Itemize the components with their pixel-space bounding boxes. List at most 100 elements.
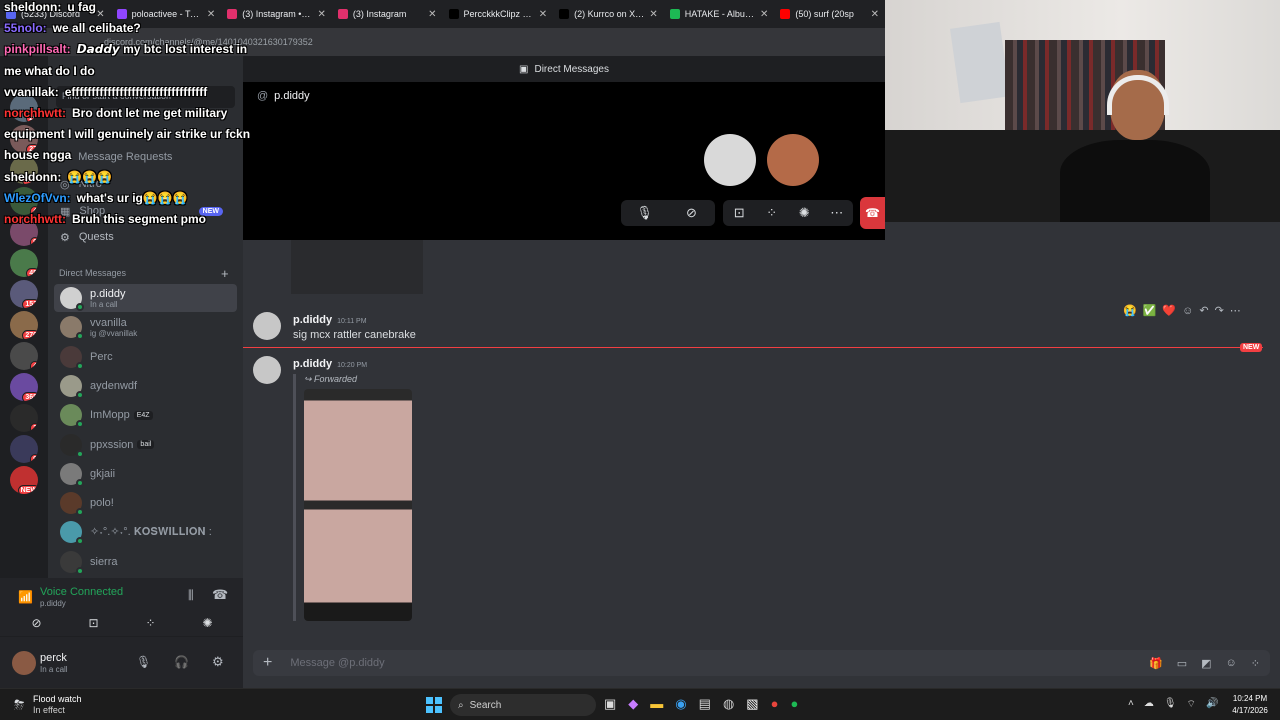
dm-item[interactable]: vvanilla ig @vvanillak <box>54 313 237 341</box>
browser-tab[interactable]: (3) Instagram ✕ <box>332 0 443 28</box>
apps-icon[interactable]: ⁘ <box>1251 657 1260 670</box>
close-icon[interactable]: ✕ <box>760 9 768 20</box>
call-participant-avatar[interactable] <box>704 134 756 186</box>
dm-item[interactable]: gkjaii <box>54 460 237 488</box>
voice-status[interactable]: Voice Connected <box>40 586 123 598</box>
browser-tab[interactable]: HATAKE - Album b ✕ <box>664 0 775 28</box>
screen-share-icon[interactable]: ⊡ <box>726 201 752 225</box>
activities-icon[interactable]: ⁘ <box>759 201 785 225</box>
server-icon[interactable]: 153 <box>10 280 38 308</box>
avatar <box>60 374 84 399</box>
server-icon[interactable]: 45 <box>10 249 38 277</box>
server-icon[interactable]: 270 <box>10 311 38 339</box>
avatar[interactable] <box>253 356 281 384</box>
more-icon[interactable]: ⋯ <box>824 201 850 225</box>
microphone-icon[interactable]: 🎙 <box>632 201 658 225</box>
dm-item[interactable]: p.diddy In a call <box>54 284 237 312</box>
close-icon[interactable]: ✕ <box>539 9 547 20</box>
close-icon[interactable]: ✕ <box>871 9 879 20</box>
message-author[interactable]: p.diddy <box>293 314 332 326</box>
close-icon[interactable]: ✕ <box>428 9 436 20</box>
add-reaction-icon[interactable]: ☺ <box>1182 305 1193 317</box>
avatar[interactable] <box>253 312 281 340</box>
noise-suppression-icon[interactable]: ⫼ <box>188 588 194 603</box>
dm-item[interactable]: sierra <box>54 548 237 576</box>
weather-title[interactable]: Flood watch <box>33 694 82 704</box>
camera-off-icon[interactable]: ⊘ <box>679 201 705 225</box>
microphone-icon[interactable]: 🎙 <box>1164 698 1177 711</box>
avatar[interactable] <box>12 651 36 675</box>
chrome-icon[interactable]: ● <box>771 696 779 712</box>
headphones-icon[interactable]: 🎧 <box>174 655 189 669</box>
gift-icon[interactable]: 🎁 <box>1149 657 1163 670</box>
stream-chat-user: norchhwtt: <box>4 212 66 226</box>
activities-icon[interactable]: ⁘ <box>145 616 155 630</box>
forward-icon[interactable]: ↷ <box>1215 304 1224 317</box>
server-icon[interactable]: 4 <box>10 342 38 370</box>
edge-icon[interactable]: ◉ <box>675 696 686 712</box>
capcut-icon[interactable]: ▧ <box>746 696 758 712</box>
close-icon[interactable]: ✕ <box>317 9 325 20</box>
stream-chat-text: we all celibate? <box>52 21 141 36</box>
forwarded-image[interactable] <box>304 389 412 621</box>
message-author[interactable]: p.diddy <box>293 358 332 370</box>
server-icon[interactable]: NEW <box>10 466 38 494</box>
dm-item[interactable]: ✧˖°.✧˖°. 𝐊𝐎𝐒𝐖𝐈𝐋𝐋𝐈𝐎𝐍 : <box>54 518 237 546</box>
onedrive-icon[interactable]: ☁ <box>1144 698 1154 711</box>
dm-item[interactable]: Perc <box>54 343 237 371</box>
browser-tab[interactable]: (50) surf (20sp ✕ <box>774 0 885 28</box>
spotify-icon[interactable]: ● <box>790 696 798 712</box>
reply-icon[interactable]: ↶ <box>1199 304 1208 317</box>
clock[interactable]: 10:24 PM 4/17/2026 <box>1224 694 1276 715</box>
message-composer[interactable]: + Message @p.diddy 🎁 ▭ ◩ ☺ ⁘ <box>253 650 1270 676</box>
search-box[interactable]: ⌕ Search <box>450 694 596 716</box>
tab-label: (50) surf (20sp <box>795 9 854 19</box>
chevron-up-icon[interactable]: ˄ <box>1128 698 1134 711</box>
microphone-icon[interactable]: 🎙 <box>136 655 151 669</box>
browser-tab[interactable]: (2) Kurrco on X: "W ✕ <box>553 0 664 28</box>
username[interactable]: perck <box>40 652 67 664</box>
volume-icon[interactable]: 🔊 <box>1206 698 1218 711</box>
stream-chat-line: vvanillak: efffffffffffffffffffffffffffff… <box>4 85 207 99</box>
previous-message-image[interactable] <box>291 240 423 294</box>
end-call-button[interactable]: ☎ <box>860 197 885 229</box>
dm-item[interactable]: polo! <box>54 489 237 517</box>
reaction-heart-icon[interactable]: ❤️ <box>1162 304 1176 317</box>
reaction-sob-icon[interactable]: 😭 <box>1123 304 1137 317</box>
dm-item[interactable]: ImMopp E4Z <box>54 401 237 429</box>
call-participant-avatar[interactable] <box>767 134 819 186</box>
avatar <box>60 316 84 341</box>
weather-sub: In effect <box>33 705 65 715</box>
windows-start-icon[interactable] <box>426 697 442 713</box>
task-view-icon[interactable]: ▣ <box>604 696 616 712</box>
soundboard-icon[interactable]: ✺ <box>791 201 817 225</box>
soundboard-icon[interactable]: ✺ <box>202 616 212 630</box>
dm-item[interactable]: aydenwdf <box>54 372 237 400</box>
disconnect-icon[interactable]: ☎ <box>212 587 228 603</box>
sticker-icon[interactable]: ◩ <box>1201 657 1211 670</box>
more-icon[interactable]: ⋯ <box>1230 304 1241 317</box>
gear-icon[interactable]: ⚙ <box>212 654 224 670</box>
steam-icon[interactable]: ◍ <box>723 696 734 712</box>
emoji-icon[interactable]: ☺ <box>1226 657 1237 670</box>
add-attachment-icon[interactable]: + <box>263 654 272 672</box>
store-icon[interactable]: ▤ <box>699 696 711 712</box>
close-icon[interactable]: ✕ <box>649 9 657 20</box>
server-icon[interactable]: 365 <box>10 373 38 401</box>
copilot-icon[interactable]: ◆ <box>628 696 638 712</box>
server-icon[interactable]: 3 <box>10 404 38 432</box>
gif-icon[interactable]: ▭ <box>1177 657 1187 670</box>
file-explorer-icon[interactable]: ▬ <box>650 696 663 712</box>
screen-share-icon[interactable]: ⊡ <box>88 616 98 630</box>
message: p.diddy 10:11 PM sig mcx rattler canebrak… <box>253 312 416 341</box>
wifi-icon[interactable]: ⌔ <box>1187 698 1196 711</box>
camera-off-icon[interactable]: ⊘ <box>31 616 41 630</box>
create-dm-button[interactable]: + <box>221 266 229 281</box>
reaction-check-icon[interactable]: ✅ <box>1143 304 1157 317</box>
voice-channel[interactable]: p.diddy <box>40 599 66 608</box>
dm-item[interactable]: ppxssion bail <box>54 431 237 459</box>
stream-chat-text: u fag <box>67 0 96 14</box>
server-icon[interactable]: 9 <box>10 435 38 463</box>
signal-icon: 📶 <box>18 590 33 604</box>
browser-tab[interactable]: PercckkkClipz (@p ✕ <box>443 0 554 28</box>
